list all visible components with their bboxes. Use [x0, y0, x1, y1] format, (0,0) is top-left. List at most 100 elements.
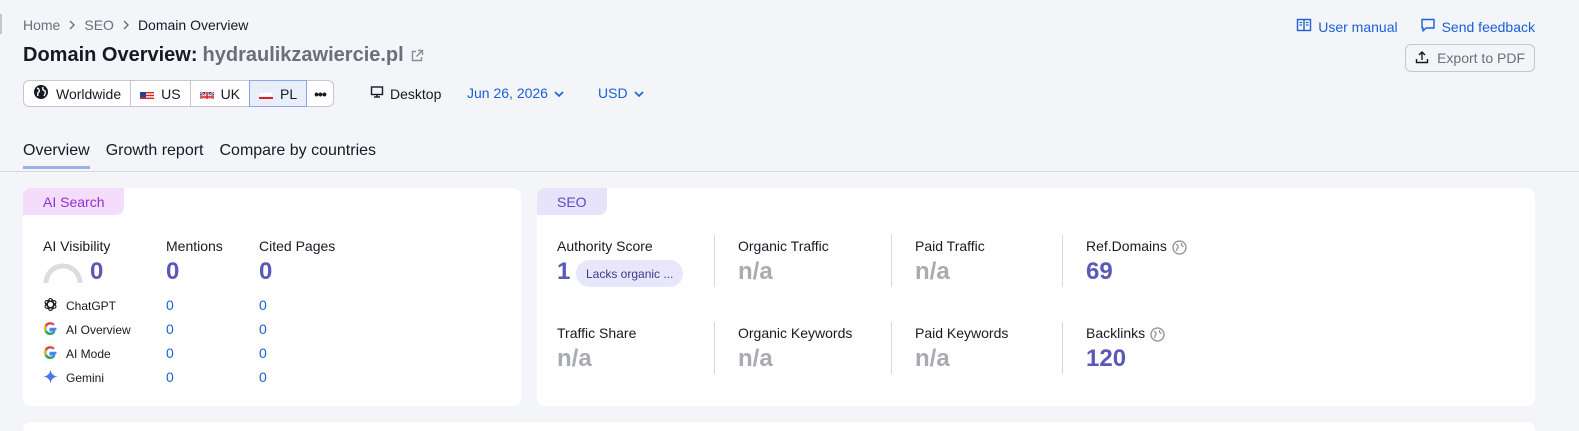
paid-traffic-value: n/a — [915, 258, 950, 285]
desktop-icon — [370, 85, 384, 102]
breadcrumb-seo[interactable]: SEO — [84, 17, 114, 33]
ai-search-badge: AI Search — [23, 188, 125, 215]
ai-overview-mentions[interactable]: 0 — [166, 321, 174, 337]
google-icon — [43, 321, 58, 339]
chatgpt-icon — [43, 297, 58, 315]
ai-visibility-label: AI Visibility — [43, 238, 111, 254]
gemini-icon — [43, 369, 58, 387]
globe-icon — [1150, 327, 1165, 342]
gemini-cited[interactable]: 0 — [259, 369, 267, 385]
send-feedback-link[interactable]: Send feedback — [1420, 17, 1535, 36]
organic-traffic-label: Organic Traffic — [738, 238, 829, 254]
ai-overview-cited[interactable]: 0 — [259, 321, 267, 337]
authority-score-value[interactable]: 1 — [557, 258, 570, 286]
source-name: AI Overview — [66, 323, 131, 337]
source-gemini: Gemini — [43, 369, 104, 387]
traffic-share-value: n/a — [557, 345, 592, 372]
export-label: Export to PDF — [1437, 50, 1525, 66]
currency-label: USD — [598, 85, 628, 101]
db-label: US — [161, 85, 181, 102]
breadcrumb: Home SEO Domain Overview — [23, 17, 248, 33]
user-manual-label: User manual — [1318, 18, 1398, 35]
header-links: User manual Send feedback — [1296, 17, 1535, 36]
pl-flag-icon — [259, 89, 274, 99]
next-card-edge — [23, 422, 1535, 431]
db-label: Worldwide — [56, 85, 122, 102]
external-link-icon[interactable] — [410, 49, 424, 63]
date-selector[interactable]: Jun 26, 2026 — [467, 85, 564, 101]
authority-status-pill[interactable]: Lacks organic ... — [576, 260, 684, 287]
chevron-right-icon — [60, 18, 84, 32]
paid-keywords-value: n/a — [915, 345, 950, 372]
divider — [714, 235, 715, 287]
authority-score-label: Authority Score — [557, 238, 653, 254]
breadcrumb-home[interactable]: Home — [23, 17, 60, 33]
ai-mode-mentions[interactable]: 0 — [166, 345, 174, 361]
source-name: ChatGPT — [66, 299, 117, 313]
us-flag-icon — [140, 89, 155, 99]
more-icon: ••• — [314, 85, 327, 102]
divider — [714, 322, 715, 374]
db-us[interactable]: US — [131, 81, 191, 106]
source-ai-overview: AI Overview — [43, 321, 131, 339]
uk-flag-icon — [199, 89, 214, 99]
domain-name: hydraulikzawiercie.pl — [202, 44, 404, 66]
google-icon — [43, 345, 58, 363]
organic-keywords-value: n/a — [738, 345, 773, 372]
source-name: Gemini — [66, 371, 105, 385]
gemini-mentions[interactable]: 0 — [166, 369, 174, 385]
mentions-value[interactable]: 0 — [166, 258, 179, 286]
tab-bar: Overview Growth report Compare by countr… — [23, 142, 376, 169]
ref-domains-value[interactable]: 69 — [1086, 258, 1113, 286]
chevron-down-icon — [633, 85, 644, 101]
divider — [1062, 322, 1063, 374]
cited-pages-value[interactable]: 0 — [259, 258, 272, 286]
tab-overview[interactable]: Overview — [23, 142, 90, 169]
mentions-label: Mentions — [166, 238, 223, 254]
backlinks-text: Backlinks — [1086, 325, 1146, 341]
chatgpt-mentions[interactable]: 0 — [166, 297, 174, 313]
visibility-gauge — [43, 263, 83, 283]
page-title: Domain Overview: hydraulikzawiercie.pl — [23, 44, 424, 67]
ai-mode-cited[interactable]: 0 — [259, 345, 267, 361]
chat-bubble-icon — [1420, 17, 1436, 36]
date-label: Jun 26, 2026 — [467, 85, 548, 101]
upload-icon — [1415, 50, 1429, 67]
source-name: AI Mode — [66, 347, 111, 361]
paid-keywords-label: Paid Keywords — [915, 325, 1009, 341]
backlinks-value[interactable]: 120 — [1086, 345, 1126, 373]
cited-pages-label: Cited Pages — [259, 238, 336, 254]
ref-domains-label: Ref.Domains — [1086, 238, 1187, 255]
ai-visibility-value[interactable]: 0 — [90, 258, 103, 286]
database-selector: Worldwide US UK PL ••• — [23, 80, 334, 107]
ai-search-card: AI Search AI Visibility 0 Mentions 0 Cit… — [23, 188, 521, 406]
db-worldwide[interactable]: Worldwide — [24, 81, 132, 106]
tab-compare-by-countries[interactable]: Compare by countries — [220, 142, 377, 169]
tabs-divider — [0, 171, 1579, 172]
left-edge-marker — [0, 14, 2, 34]
globe-icon — [33, 84, 49, 103]
chatgpt-cited[interactable]: 0 — [259, 297, 267, 313]
tab-growth-report[interactable]: Growth report — [106, 142, 204, 169]
divider — [1062, 235, 1063, 287]
db-label: UK — [220, 85, 241, 102]
book-icon — [1296, 17, 1312, 36]
db-uk[interactable]: UK — [191, 81, 251, 106]
db-pl[interactable]: PL — [249, 80, 308, 107]
device-selector[interactable]: Desktop — [370, 85, 441, 102]
device-label: Desktop — [390, 85, 442, 102]
send-feedback-label: Send feedback — [1441, 18, 1535, 35]
divider — [891, 235, 892, 287]
ref-domains-text: Ref.Domains — [1086, 238, 1167, 254]
currency-selector[interactable]: USD — [598, 85, 644, 101]
seo-badge: SEO — [537, 188, 607, 215]
globe-icon — [1172, 240, 1187, 255]
seo-card: SEO Authority Score 1 Lacks organic ... … — [537, 188, 1535, 406]
export-pdf-button[interactable]: Export to PDF — [1405, 44, 1535, 72]
organic-traffic-value: n/a — [738, 258, 773, 285]
more-databases-button[interactable]: ••• — [307, 81, 333, 106]
traffic-share-label: Traffic Share — [557, 325, 637, 341]
user-manual-link[interactable]: User manual — [1296, 17, 1398, 36]
source-ai-mode: AI Mode — [43, 345, 111, 363]
chevron-down-icon — [554, 85, 564, 101]
